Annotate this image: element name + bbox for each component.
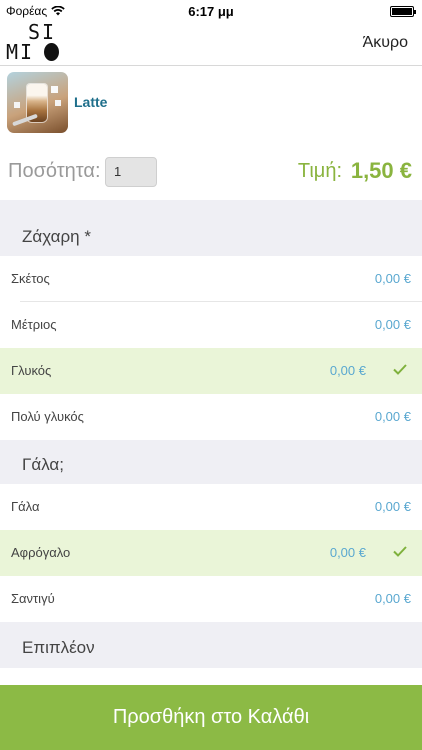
section-title: Γάλα; [22, 455, 64, 474]
option-label: Σκέτος [11, 271, 50, 286]
option-sketos[interactable]: Σκέτος 0,00 € [0, 256, 422, 302]
nav-bar: SI MI Άκυρο [0, 20, 422, 66]
option-price: 0,00 € [329, 545, 366, 560]
battery-icon [390, 6, 416, 17]
option-partial[interactable] [0, 668, 422, 685]
section-header-extra: Επιπλέον [0, 622, 422, 668]
logo-line2: MI [6, 40, 35, 64]
option-santigy[interactable]: Σαντιγύ 0,00 € [0, 576, 422, 622]
cancel-button[interactable]: Άκυρο [363, 34, 408, 52]
price-value: 1,50 € [350, 158, 412, 183]
option-label: Πολύ γλυκός [11, 409, 84, 424]
section-header-sugar: Ζάχαρη * [0, 200, 422, 256]
quantity-price-row: Ποσότητα: 1 Τιμή: 1,50 € [0, 140, 422, 200]
product-name: Latte [74, 94, 108, 110]
option-price: 0,00 € [374, 591, 411, 606]
quantity-label: Ποσότητα: [8, 160, 101, 182]
option-label: Αφρόγαλο [11, 545, 71, 560]
option-label: Μέτριος [11, 317, 57, 332]
option-price: 0,00 € [374, 409, 411, 424]
option-poly-glykos[interactable]: Πολύ γλυκός 0,00 € [0, 394, 422, 440]
product-image [7, 72, 68, 133]
option-price: 0,00 € [329, 363, 366, 378]
price-label: Τιμή: [297, 160, 342, 182]
option-glykos[interactable]: Γλυκός 0,00 € [0, 348, 422, 394]
logo-dot [44, 43, 59, 61]
checkmark-icon [393, 364, 407, 375]
option-price: 0,00 € [374, 271, 411, 286]
status-bar: Φορέας 6:17 μμ [0, 0, 422, 22]
product-header: Latte [0, 66, 422, 140]
logo: SI MI [6, 20, 66, 64]
option-label: Σαντιγύ [11, 591, 55, 606]
add-to-cart-button[interactable]: Προσθήκη στο Καλάθι [0, 685, 422, 750]
checkmark-icon [393, 546, 407, 557]
option-label: Γλυκός [11, 363, 52, 378]
section-title: Ζάχαρη * [22, 227, 91, 246]
option-label: Γάλα [11, 499, 40, 514]
option-metrios[interactable]: Μέτριος 0,00 € [0, 302, 422, 348]
section-header-milk: Γάλα; [0, 440, 422, 484]
quantity-input[interactable]: 1 [105, 157, 157, 187]
option-price: 0,00 € [374, 499, 411, 514]
option-price: 0,00 € [374, 317, 411, 332]
status-time: 6:17 μμ [188, 4, 234, 19]
section-title: Επιπλέον [22, 638, 95, 657]
option-afrogalo[interactable]: Αφρόγαλο 0,00 € [0, 530, 422, 576]
option-gala[interactable]: Γάλα 0,00 € [0, 484, 422, 530]
